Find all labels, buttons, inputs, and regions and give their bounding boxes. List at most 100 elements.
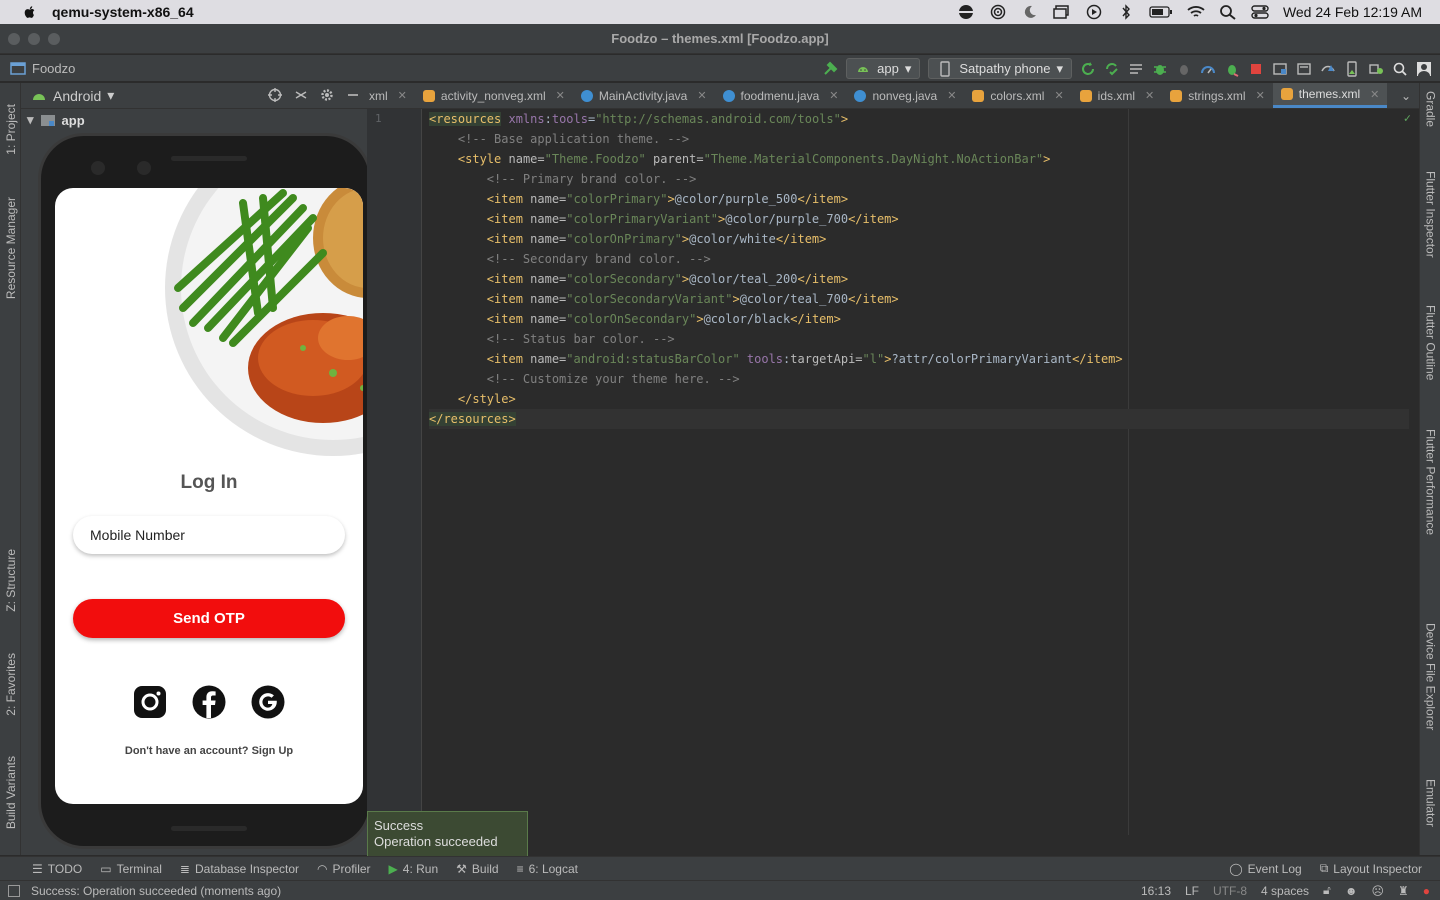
project-view-select[interactable]: Android [53, 88, 101, 104]
device-select[interactable]: Satpathy phone ▾ [928, 58, 1072, 79]
database-inspector-tool-button[interactable]: ≣ Database Inspector [180, 862, 299, 876]
tab-mainactivity[interactable]: MainActivity.java ✕ [573, 83, 715, 108]
facebook-icon[interactable] [192, 685, 226, 719]
tool-tab-emulator[interactable]: Emulator [1420, 779, 1440, 827]
tool-tab-project[interactable]: 1: Project [0, 89, 21, 169]
collapse-all-icon[interactable] [293, 87, 309, 103]
logcat-tool-button[interactable]: ≡ 6: Logcat [517, 862, 578, 876]
tab-nonveg[interactable]: nonveg.java ✕ [846, 83, 964, 108]
control-center-icon[interactable] [1251, 4, 1269, 20]
toggle-tool-windows-icon[interactable] [8, 884, 20, 897]
error-icon[interactable]: ● [1423, 884, 1430, 898]
stop-icon[interactable] [1248, 61, 1264, 77]
search-icon[interactable] [1219, 4, 1237, 20]
close-icon[interactable]: ✕ [556, 89, 565, 102]
signup-text[interactable]: Don't have an account? Sign Up [55, 745, 363, 757]
app-name[interactable]: qemu-system-x86_64 [52, 4, 194, 20]
line-separator[interactable]: LF [1185, 884, 1199, 898]
project-structure-icon[interactable] [1272, 61, 1288, 77]
screen-mirror-icon[interactable] [1053, 4, 1071, 20]
clock[interactable]: Wed 24 Feb 12:19 AM [1283, 4, 1422, 20]
debug-icon[interactable] [1152, 61, 1168, 77]
tab-foodmenu[interactable]: foodmenu.java ✕ [715, 83, 847, 108]
code-content[interactable]: <resources xmlns:tools="http://schemas.a… [429, 109, 1409, 429]
file-encoding[interactable]: UTF-8 [1213, 884, 1247, 898]
build-tool-button[interactable]: ⚒ Build [456, 862, 498, 876]
sdk-manager-icon[interactable] [1296, 61, 1312, 77]
tool-tab-build-variants[interactable]: Build Variants [0, 743, 21, 843]
google-icon[interactable] [251, 685, 285, 719]
close-icon[interactable]: ✕ [1256, 89, 1265, 102]
notifications-icon[interactable]: ♜ [1398, 884, 1409, 898]
hammer-icon[interactable] [822, 61, 838, 77]
tab-strings[interactable]: strings.xml ✕ [1162, 83, 1273, 108]
project-breadcrumb[interactable]: Foodzo [10, 60, 75, 76]
zoom-window-button[interactable] [48, 33, 60, 45]
run-tool-button[interactable]: ▶ 4: Run [389, 862, 439, 876]
bluetooth-icon[interactable] [1117, 4, 1135, 20]
attach-debugger-icon[interactable] [1176, 61, 1192, 77]
moon-icon[interactable] [1021, 4, 1039, 20]
attach-process-icon[interactable] [1224, 61, 1240, 77]
event-log-tool-button[interactable]: ◯ Event Log [1229, 862, 1301, 876]
airdrop-icon[interactable] [989, 4, 1007, 20]
close-icon[interactable]: ✕ [398, 89, 407, 102]
close-icon[interactable]: ✕ [947, 89, 956, 102]
battery-icon[interactable] [1149, 4, 1173, 20]
tab-themes[interactable]: themes.xml ✕ [1272, 83, 1388, 108]
minimize-window-button[interactable] [28, 33, 40, 45]
close-icon[interactable]: ✕ [1145, 89, 1154, 102]
smiley-icon[interactable]: ☻ [1345, 884, 1358, 898]
vpn-icon[interactable] [957, 4, 975, 20]
tab-activity-nonveg[interactable]: activity_nonveg.xml ✕ [415, 83, 573, 108]
phone-screen[interactable]: Log In Mobile Number Send OTP Don't have… [55, 188, 363, 804]
tool-tab-structure[interactable]: Z: Structure [0, 535, 21, 625]
layout-inspector-icon[interactable] [1368, 61, 1384, 77]
close-window-button[interactable] [8, 33, 20, 45]
close-icon[interactable]: ✕ [1370, 88, 1379, 101]
chevron-down-icon[interactable]: ▾ [27, 112, 34, 128]
tool-tab-resource-manager[interactable]: Resource Manager [0, 183, 21, 313]
caret-position[interactable]: 16:13 [1141, 884, 1171, 898]
wifi-icon[interactable] [1187, 4, 1205, 20]
tab-colors[interactable]: colors.xml ✕ [964, 83, 1071, 108]
profiler-tool-button[interactable]: ◠ Profiler [317, 862, 371, 876]
indent-setting[interactable]: 4 spaces [1261, 884, 1309, 898]
profile-icon[interactable] [1200, 61, 1216, 77]
locate-icon[interactable] [267, 87, 283, 103]
tool-tab-gradle[interactable]: Gradle [1420, 91, 1440, 127]
gear-icon[interactable] [319, 87, 335, 103]
tab-overflow-button[interactable]: ⌄ [1393, 83, 1419, 108]
tool-tab-favorites[interactable]: 2: Favorites [0, 639, 21, 729]
instagram-icon[interactable] [133, 685, 167, 719]
code-editor[interactable]: 1 ✓ <resources xmlns:tools="http://schem… [367, 109, 1419, 855]
layout-inspector-tool-button[interactable]: ⧉ Layout Inspector [1320, 861, 1422, 876]
lock-icon[interactable]: 🔓︎ [1323, 883, 1331, 898]
tab-xml[interactable]: xml ✕ [367, 83, 415, 108]
tool-tab-device-file-explorer[interactable]: Device File Explorer [1420, 623, 1440, 730]
close-icon[interactable]: ✕ [697, 89, 706, 102]
hide-panel-icon[interactable] [345, 87, 361, 103]
tool-tab-flutter-performance[interactable]: Flutter Performance [1420, 429, 1440, 535]
status-message[interactable]: Success: Operation succeeded (moments ag… [31, 884, 281, 898]
chevron-down-icon[interactable]: ▾ [107, 87, 114, 104]
sync-gradle-icon[interactable] [1320, 61, 1336, 77]
apply-changes-icon[interactable] [1104, 61, 1120, 77]
success-notification[interactable]: Success Operation succeeded [367, 811, 528, 858]
send-otp-button[interactable]: Send OTP [73, 599, 345, 638]
close-icon[interactable]: ✕ [1054, 89, 1063, 102]
feedback-icon[interactable]: ☹ [1371, 884, 1384, 898]
run-config-select[interactable]: app ▾ [846, 58, 921, 79]
search-everywhere-icon[interactable] [1392, 61, 1408, 77]
terminal-tool-button[interactable]: ▭ Terminal [100, 862, 162, 876]
avd-manager-icon[interactable] [1344, 60, 1360, 77]
account-icon[interactable] [1416, 61, 1432, 77]
apple-icon[interactable] [22, 4, 38, 20]
mobile-number-input[interactable]: Mobile Number [73, 516, 345, 554]
tool-tab-flutter-outline[interactable]: Flutter Outline [1420, 305, 1440, 380]
close-icon[interactable]: ✕ [829, 89, 838, 102]
tab-ids[interactable]: ids.xml ✕ [1072, 83, 1163, 108]
tool-tab-flutter-inspector[interactable]: Flutter Inspector [1420, 171, 1440, 258]
rerun-icon[interactable] [1080, 61, 1096, 77]
play-icon[interactable] [1085, 4, 1103, 20]
